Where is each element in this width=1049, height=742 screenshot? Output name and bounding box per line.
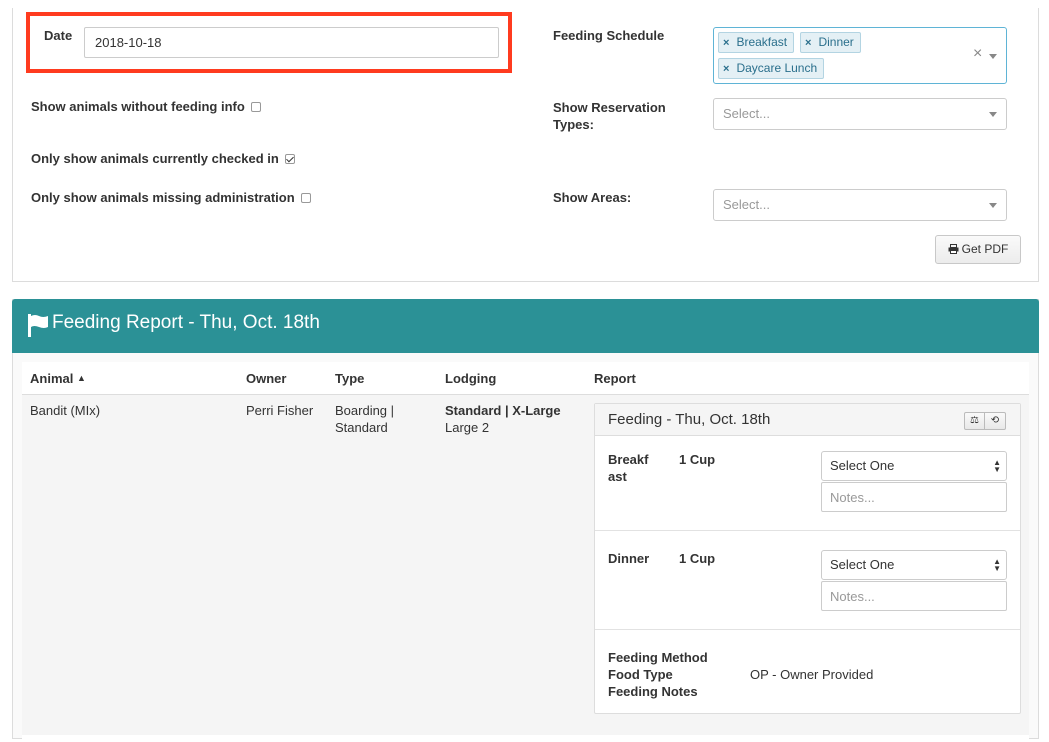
dinner-notes-input[interactable]: Notes... xyxy=(821,581,1007,611)
remove-tag-icon[interactable]: × xyxy=(723,37,729,49)
get-pdf-button[interactable]: Get PDF xyxy=(935,235,1021,264)
meal-breakfast-name: Breakf ast xyxy=(608,452,649,484)
breakfast-notes-input[interactable]: Notes... xyxy=(821,482,1007,512)
clear-all-icon[interactable]: × xyxy=(973,45,982,63)
sort-asc-icon: ▲ xyxy=(76,373,86,383)
select-arrows-icon: ▲ ▼ xyxy=(993,458,1001,474)
meal-divider xyxy=(595,629,1020,630)
show-without-feeding-row: Show animals without feeding info xyxy=(31,99,261,114)
areas-label: Show Areas: xyxy=(553,190,632,205)
meal-dinner-name: Dinner xyxy=(608,551,650,566)
lodging-name: Standard | X-Large xyxy=(445,403,561,418)
tag-dinner[interactable]: × Dinner xyxy=(800,32,861,53)
flag-icon xyxy=(28,314,48,337)
get-pdf-label: Get PDF xyxy=(961,242,1009,256)
date-label: Date xyxy=(44,28,73,43)
only-missing-admin-label: Only show animals missing administration xyxy=(31,190,295,205)
areas-select[interactable]: Select... xyxy=(713,189,1007,221)
tag-breakfast[interactable]: × Breakfast xyxy=(718,32,795,53)
meal-breakfast-amount: 1 Cup xyxy=(679,452,716,467)
feeding-notes-label: Feeding Notes xyxy=(608,684,698,699)
show-without-feeding-label: Show animals without feeding info xyxy=(31,99,245,114)
breakfast-status-select[interactable]: Select One ▲ ▼ xyxy=(821,451,1007,481)
chevron-down-icon[interactable] xyxy=(989,112,997,117)
feeding-schedule-multiselect[interactable]: × Breakfast × Dinner × Daycare Lunch × xyxy=(713,27,1007,84)
only-missing-admin-row: Only show animals missing administration xyxy=(31,190,311,205)
scale-icon[interactable]: ⚖ xyxy=(964,412,985,430)
lodging-unit: Large 2 xyxy=(445,420,490,435)
report-title: Feeding Report - Thu, Oct. 18th xyxy=(52,312,320,333)
tag-daycare-lunch[interactable]: × Daycare Lunch xyxy=(718,58,825,79)
column-header-owner[interactable]: Owner xyxy=(246,371,286,386)
column-header-animal[interactable]: Animal ▲ xyxy=(30,371,86,386)
feeding-schedule-label: Feeding Schedule xyxy=(553,28,665,43)
cell-animal[interactable]: Bandit (MIx) xyxy=(30,402,100,419)
food-type-label: Food Type xyxy=(608,667,673,682)
column-header-report: Report xyxy=(594,371,636,386)
feeding-method-label: Feeding Method xyxy=(608,650,708,665)
only-missing-admin-checkbox[interactable] xyxy=(300,193,311,203)
reservation-types-label: Show Reservation Types: xyxy=(553,100,666,132)
areas-placeholder: Select... xyxy=(723,197,770,212)
remove-tag-icon[interactable]: × xyxy=(805,37,811,49)
date-input[interactable]: 2018-10-18 xyxy=(84,27,499,58)
chevron-down-icon[interactable] xyxy=(989,54,997,59)
feeding-card-title: Feeding - Thu, Oct. 18th xyxy=(608,411,771,428)
meal-dinner-amount: 1 Cup xyxy=(679,551,716,566)
remove-tag-icon[interactable]: × xyxy=(723,63,729,75)
cell-lodging: Standard | X-Large Large 2 xyxy=(445,402,561,436)
show-without-feeding-checkbox[interactable] xyxy=(250,102,261,112)
cell-type: Boarding | Standard xyxy=(335,403,395,435)
food-type-value: OP - Owner Provided xyxy=(750,667,874,682)
reservation-types-placeholder: Select... xyxy=(723,106,770,121)
cell-owner: Perri Fisher xyxy=(246,403,314,418)
dinner-status-select[interactable]: Select One ▲ ▼ xyxy=(821,550,1007,580)
reservation-types-select[interactable]: Select... xyxy=(713,98,1007,130)
meal-divider xyxy=(595,530,1020,531)
only-checked-in-checkbox[interactable] xyxy=(284,154,295,164)
chevron-down-icon[interactable] xyxy=(989,203,997,208)
history-icon[interactable]: ⟲ xyxy=(985,412,1006,430)
column-header-lodging[interactable]: Lodging xyxy=(445,371,496,386)
print-icon xyxy=(948,244,959,254)
only-checked-in-row: Only show animals currently checked in xyxy=(31,151,295,166)
select-arrows-icon: ▲ ▼ xyxy=(993,557,1001,573)
only-checked-in-label: Only show animals currently checked in xyxy=(31,151,279,166)
feeding-info-labels: Feeding Method Food Type Feeding Notes xyxy=(608,649,708,700)
column-header-type[interactable]: Type xyxy=(335,371,364,386)
